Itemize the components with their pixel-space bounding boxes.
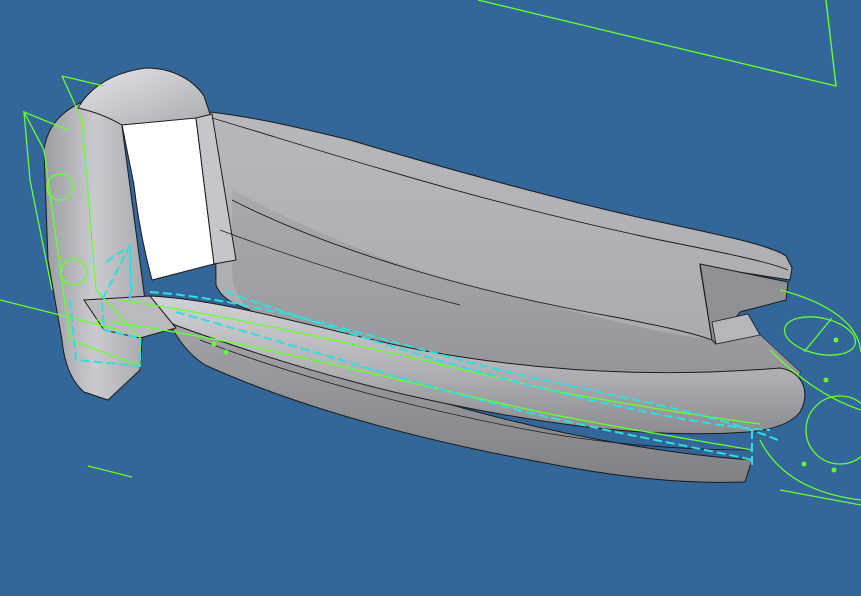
sketch-slot bbox=[783, 316, 857, 356]
sketch-point-3 bbox=[801, 461, 807, 467]
sketch-point-5 bbox=[833, 337, 839, 343]
reference-plane[interactable] bbox=[477, 0, 837, 87]
sketch-end-arc bbox=[805, 395, 861, 465]
sketch-point-1 bbox=[211, 341, 217, 347]
sketch-slot-divider bbox=[803, 317, 833, 353]
sketch-point-2 bbox=[223, 349, 229, 355]
sketch-point-4 bbox=[831, 467, 837, 473]
sketch-point-6 bbox=[823, 377, 829, 383]
cad-scene[interactable] bbox=[0, 0, 861, 596]
reference-plane-outline bbox=[477, 0, 837, 87]
sketch-frame-top bbox=[61, 75, 105, 87]
sketch-end-base bbox=[759, 439, 861, 506]
cad-3d-viewport[interactable] bbox=[0, 0, 861, 596]
sketch-guide-line bbox=[87, 465, 133, 478]
